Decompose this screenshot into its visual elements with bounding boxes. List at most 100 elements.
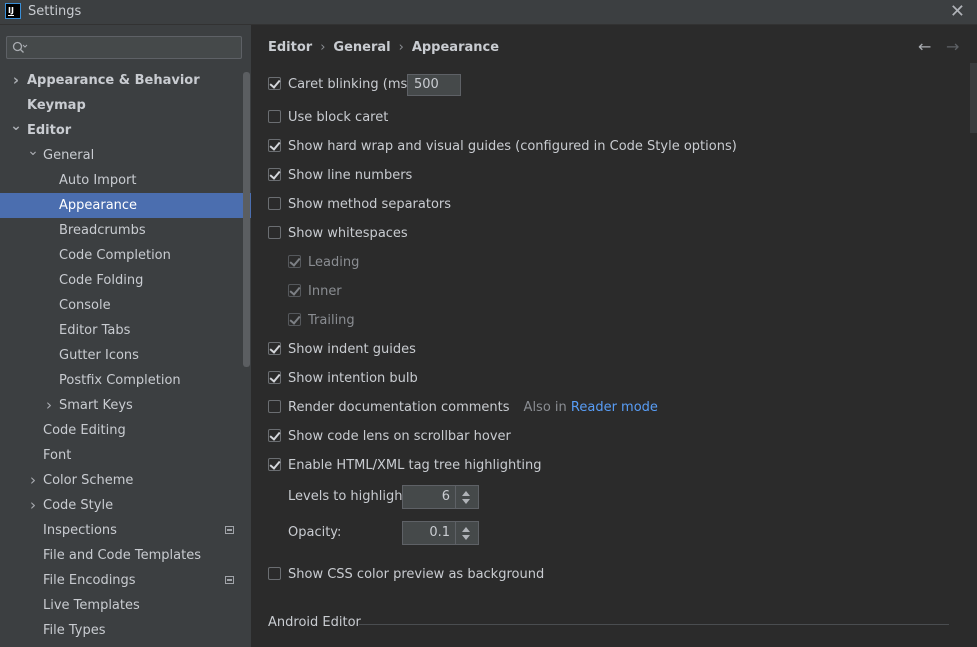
method-separators-label: Show method separators (288, 197, 452, 212)
tag-tree-option[interactable]: Enable HTML/XML tag tree highlighting (268, 456, 541, 476)
content-scrollbar[interactable] (970, 63, 977, 133)
reader-mode-link[interactable]: Reader mode (571, 400, 658, 415)
sidebar-item-label: General (43, 148, 95, 163)
chevron-down-icon[interactable]: ⌄ (10, 114, 22, 139)
hard-wrap-checkbox[interactable] (268, 139, 281, 152)
indent-guides-option[interactable]: Show indent guides (268, 340, 416, 360)
caret-blinking-field[interactable]: 500 (407, 74, 461, 96)
opacity-stepper[interactable] (455, 522, 478, 544)
sidebar-scrollbar[interactable] (243, 72, 250, 367)
sidebar-item-auto-import[interactable]: Auto Import (0, 168, 251, 193)
sidebar-item-label: File Types (43, 623, 106, 638)
css-preview-checkbox[interactable] (268, 567, 281, 580)
increment-arrow-icon[interactable] (462, 491, 470, 496)
settings-sidebar: › Appearance & Behavior Keymap ⌄ Editor ⌄ Gene… (0, 25, 251, 647)
sidebar-item-code-folding[interactable]: Code Folding (0, 268, 251, 293)
sidebar-item-label: File and Code Templates (43, 548, 201, 563)
sidebar-item-label: Auto Import (59, 173, 137, 188)
chevron-right-icon[interactable]: › (27, 493, 39, 518)
sidebar-item-postfix-completion[interactable]: Postfix Completion (0, 368, 251, 393)
sidebar-item-file-and-code-templates[interactable]: File and Code Templates (0, 543, 251, 568)
render-docs-checkbox[interactable] (268, 400, 281, 413)
intellij-logo-icon: IJ (5, 3, 21, 19)
decrement-arrow-icon[interactable] (462, 499, 470, 504)
sidebar-item-appearance-behavior[interactable]: › Appearance & Behavior (0, 68, 251, 93)
trailing-checkbox (288, 313, 301, 326)
block-caret-checkbox[interactable] (268, 110, 281, 123)
breadcrumb: Editor › General › Appearance (268, 40, 499, 55)
block-caret-option[interactable]: Use block caret (268, 108, 388, 128)
increment-arrow-icon[interactable] (462, 527, 470, 532)
chevron-right-icon[interactable]: › (43, 393, 55, 418)
sidebar-item-inspections[interactable]: Inspections (0, 518, 251, 543)
project-scope-icon (225, 526, 234, 534)
caret-blinking-checkbox[interactable] (268, 77, 281, 90)
sidebar-item-breadcrumbs[interactable]: Breadcrumbs (0, 218, 251, 243)
sidebar-item-general[interactable]: ⌄ General (0, 143, 251, 168)
sidebar-item-keymap[interactable]: Keymap (0, 93, 251, 118)
decrement-arrow-icon[interactable] (462, 535, 470, 540)
sidebar-item-code-completion[interactable]: Code Completion (0, 243, 251, 268)
sidebar-item-editor-tabs[interactable]: Editor Tabs (0, 318, 251, 343)
project-scope-icon (225, 576, 234, 584)
line-numbers-checkbox[interactable] (268, 168, 281, 181)
settings-content: Editor › General › Appearance ← → Caret blin… (251, 25, 977, 647)
method-separators-checkbox[interactable] (268, 197, 281, 210)
sidebar-item-gutter-icons[interactable]: Gutter Icons (0, 343, 251, 368)
search-input[interactable] (6, 36, 242, 59)
back-arrow-icon[interactable]: ← (918, 37, 931, 56)
chevron-right-icon[interactable]: › (27, 468, 39, 493)
forward-arrow-icon[interactable]: → (946, 37, 959, 56)
sidebar-item-label: Code Style (43, 498, 114, 513)
sidebar-item-code-style[interactable]: › Code Style (0, 493, 251, 518)
sidebar-item-label: Code Folding (59, 273, 144, 288)
sidebar-item-console[interactable]: Console (0, 293, 251, 318)
code-lens-option[interactable]: Show code lens on scrollbar hover (268, 427, 511, 447)
sidebar-item-code-editing[interactable]: Code Editing (0, 418, 251, 443)
sidebar-item-live-templates[interactable]: Live Templates (0, 593, 251, 618)
chevron-down-icon[interactable]: ⌄ (27, 139, 39, 164)
leading-option: Leading (288, 253, 359, 273)
sidebar-item-label: Postfix Completion (59, 373, 181, 388)
leading-label: Leading (308, 255, 360, 270)
sidebar-item-smart-keys[interactable]: › Smart Keys (0, 393, 251, 418)
close-icon[interactable]: ✕ (950, 1, 965, 22)
breadcrumb-editor[interactable]: Editor (268, 40, 312, 55)
intention-bulb-checkbox[interactable] (268, 371, 281, 384)
opacity-spinner[interactable]: 0.1 (402, 521, 479, 545)
code-lens-checkbox[interactable] (268, 429, 281, 442)
opacity-value[interactable]: 0.1 (429, 525, 450, 540)
levels-label: Levels to highlight: (288, 489, 412, 504)
breadcrumb-general[interactable]: General (333, 40, 390, 55)
indent-guides-checkbox[interactable] (268, 342, 281, 355)
css-preview-option[interactable]: Show CSS color preview as background (268, 565, 544, 585)
trailing-label: Trailing (308, 313, 355, 328)
levels-stepper[interactable] (455, 486, 478, 508)
caret-blinking-option[interactable]: Caret blinking (ms): (268, 75, 417, 95)
render-docs-option[interactable]: Render documentation comments Also in Rea… (268, 398, 658, 418)
line-numbers-option[interactable]: Show line numbers (268, 166, 412, 186)
sidebar-item-file-types[interactable]: File Types (0, 618, 251, 643)
breadcrumb-separator-icon: › (320, 40, 326, 55)
sidebar-item-color-scheme[interactable]: › Color Scheme (0, 468, 251, 493)
leading-checkbox (288, 255, 301, 268)
whitespaces-option[interactable]: Show whitespaces (268, 224, 408, 244)
tag-tree-checkbox[interactable] (268, 458, 281, 471)
code-lens-label: Show code lens on scrollbar hover (288, 429, 511, 444)
sidebar-item-label: Gutter Icons (59, 348, 139, 363)
levels-spinner[interactable]: 6 (402, 485, 479, 509)
hard-wrap-option[interactable]: Show hard wrap and visual guides (config… (268, 137, 737, 157)
sidebar-item-appearance[interactable]: Appearance (0, 193, 251, 218)
sidebar-item-label: Color Scheme (43, 473, 134, 488)
chevron-right-icon[interactable]: › (10, 68, 22, 93)
sidebar-item-file-encodings[interactable]: File Encodings (0, 568, 251, 593)
render-docs-hint: Also in (523, 400, 567, 415)
sidebar-item-label: Editor Tabs (59, 323, 131, 338)
whitespaces-checkbox[interactable] (268, 226, 281, 239)
intention-bulb-option[interactable]: Show intention bulb (268, 369, 418, 389)
section-divider (359, 624, 949, 625)
sidebar-item-label: Live Templates (43, 598, 140, 613)
levels-value[interactable]: 6 (442, 489, 450, 504)
sidebar-item-font[interactable]: Font (0, 443, 251, 468)
method-separators-option[interactable]: Show method separators (268, 195, 451, 215)
